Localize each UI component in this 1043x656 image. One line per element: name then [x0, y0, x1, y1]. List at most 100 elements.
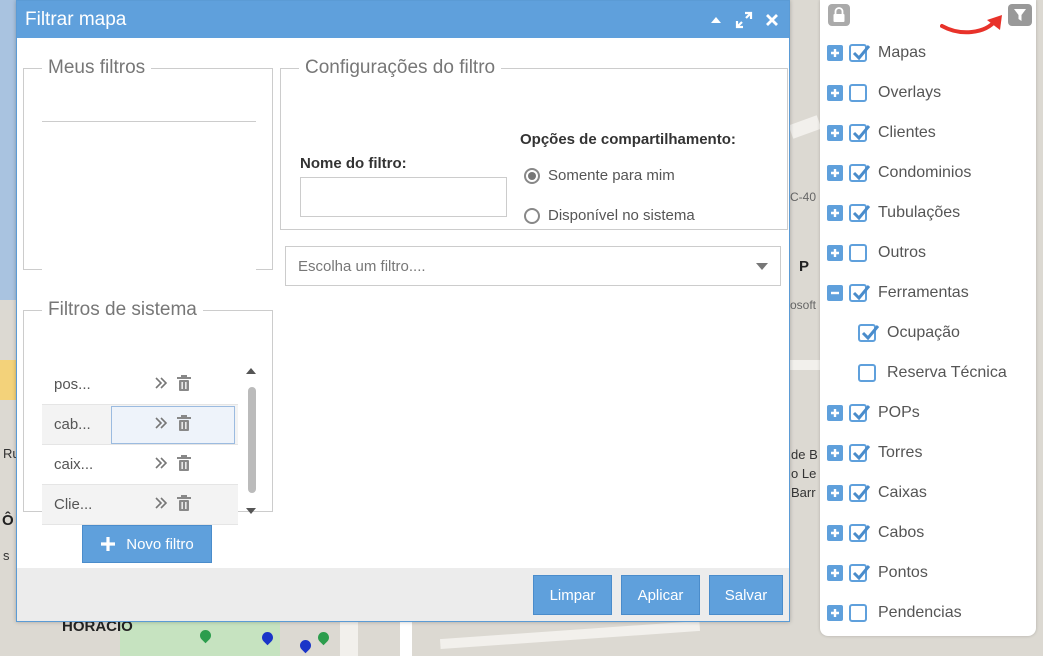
- layer-item[interactable]: Reserva Técnica: [858, 361, 1007, 385]
- layer-item[interactable]: Pendencias: [827, 601, 962, 625]
- layer-label: Condominios: [878, 164, 972, 181]
- radio-only-me-label: Somente para mim: [548, 167, 675, 184]
- expand-plus-icon[interactable]: [827, 525, 843, 541]
- expand-plus-icon[interactable]: [827, 45, 843, 61]
- layer-label: Outros: [878, 244, 927, 261]
- checkbox-checked[interactable]: [849, 484, 871, 502]
- collapse-minus-icon[interactable]: [827, 285, 843, 301]
- list-item[interactable]: caix...: [42, 445, 238, 485]
- layer-label: Caixas: [878, 484, 927, 501]
- layer-item[interactable]: Pontos: [827, 561, 928, 585]
- expand-plus-icon[interactable]: [827, 165, 843, 181]
- layer-item[interactable]: Ocupação: [858, 321, 960, 345]
- dialog-header[interactable]: Filtrar mapa: [17, 1, 789, 38]
- layer-item[interactable]: Ferramentas: [827, 281, 969, 305]
- list-item[interactable]: cab...: [42, 405, 238, 445]
- expand-plus-icon[interactable]: [827, 205, 843, 221]
- new-filter-button[interactable]: Novo filtro: [82, 525, 212, 563]
- layer-item[interactable]: Condominios: [827, 161, 971, 185]
- checkbox-checked[interactable]: [849, 284, 871, 302]
- save-button[interactable]: Salvar: [709, 575, 783, 615]
- choose-filter-select[interactable]: Escolha um filtro....: [285, 246, 781, 286]
- map-label: de B: [791, 447, 818, 462]
- my-filters-legend: Meus filtros: [48, 57, 146, 78]
- checkbox-unchecked[interactable]: [849, 244, 867, 262]
- scrollbar[interactable]: [244, 365, 258, 519]
- radio-button-checked[interactable]: [524, 167, 540, 184]
- checkbox-unchecked[interactable]: [858, 364, 876, 382]
- layer-item[interactable]: Tubulações: [827, 201, 960, 225]
- list-item[interactable]: Clie...: [42, 485, 238, 525]
- radio-only-me[interactable]: Somente para mim: [524, 167, 675, 184]
- apply-button[interactable]: Aplicar: [621, 575, 700, 615]
- map-label: C-40: [790, 190, 817, 204]
- map-label: Ô: [2, 512, 14, 529]
- layer-item[interactable]: Torres: [827, 441, 922, 465]
- clear-button[interactable]: Limpar: [533, 575, 612, 615]
- checkbox-checked[interactable]: [849, 204, 871, 222]
- layer-label: Torres: [878, 444, 923, 461]
- list-item[interactable]: pos...: [42, 365, 238, 405]
- maximize-icon[interactable]: [735, 11, 753, 29]
- map-marker-icon[interactable]: [297, 637, 314, 654]
- close-icon[interactable]: [763, 11, 781, 29]
- choose-filter-placeholder: Escolha um filtro....: [298, 257, 426, 275]
- my-filters-list[interactable]: [42, 121, 256, 280]
- dialog-footer: Limpar Aplicar Salvar: [17, 568, 789, 621]
- checkbox-checked[interactable]: [849, 524, 871, 542]
- radio-system[interactable]: Disponível no sistema: [524, 207, 695, 224]
- layer-item[interactable]: Cabos: [827, 521, 924, 545]
- filter-config-legend: Configurações do filtro: [305, 57, 496, 78]
- trash-icon[interactable]: [176, 414, 192, 436]
- layer-label: Pontos: [878, 564, 928, 581]
- expand-plus-icon[interactable]: [827, 445, 843, 461]
- layer-label: POPs: [878, 404, 920, 421]
- layer-item[interactable]: Overlays: [827, 81, 941, 105]
- map-marker-icon[interactable]: [315, 629, 332, 646]
- expand-plus-icon[interactable]: [827, 485, 843, 501]
- expand-plus-icon[interactable]: [827, 245, 843, 261]
- checkbox-checked[interactable]: [849, 444, 871, 462]
- expand-plus-icon[interactable]: [827, 565, 843, 581]
- trash-icon[interactable]: [176, 494, 192, 516]
- scroll-up-icon[interactable]: [245, 367, 257, 375]
- layer-item[interactable]: Clientes: [827, 121, 936, 145]
- expand-plus-icon[interactable]: [827, 605, 843, 621]
- filter-icon[interactable]: [1008, 4, 1032, 26]
- filter-name-input[interactable]: [300, 177, 507, 217]
- apply-filter-icon[interactable]: [154, 496, 168, 514]
- map-road: [788, 115, 822, 139]
- trash-icon[interactable]: [176, 374, 192, 396]
- expand-plus-icon[interactable]: [827, 85, 843, 101]
- layer-item[interactable]: POPs: [827, 401, 920, 425]
- scroll-down-icon[interactable]: [245, 507, 257, 515]
- checkbox-checked[interactable]: [849, 124, 871, 142]
- map-road: [439, 620, 701, 650]
- map-label: o Le: [791, 466, 817, 481]
- checkbox-checked[interactable]: [858, 324, 880, 342]
- checkbox-checked[interactable]: [849, 44, 871, 62]
- layer-item[interactable]: Outros: [827, 241, 926, 265]
- checkbox-unchecked[interactable]: [849, 604, 867, 622]
- selected-row-actions[interactable]: [111, 406, 235, 444]
- map-road: [0, 360, 16, 400]
- apply-filter-icon[interactable]: [154, 416, 168, 434]
- checkbox-checked[interactable]: [849, 404, 871, 422]
- trash-icon[interactable]: [176, 454, 192, 476]
- layer-label: Overlays: [878, 84, 942, 101]
- apply-filter-icon[interactable]: [154, 456, 168, 474]
- collapse-icon[interactable]: [707, 11, 725, 29]
- scrollbar-thumb[interactable]: [248, 387, 256, 493]
- radio-button-unchecked[interactable]: [524, 207, 540, 224]
- apply-filter-icon[interactable]: [154, 376, 168, 394]
- checkbox-checked[interactable]: [849, 564, 871, 582]
- expand-plus-icon[interactable]: [827, 125, 843, 141]
- expand-plus-icon[interactable]: [827, 405, 843, 421]
- checkbox-checked[interactable]: [849, 164, 871, 182]
- layer-item[interactable]: Mapas: [827, 41, 926, 65]
- checkbox-unchecked[interactable]: [849, 84, 867, 102]
- layer-item[interactable]: Caixas: [827, 481, 927, 505]
- layer-label: Reserva Técnica: [887, 364, 1007, 381]
- map-label: s: [3, 548, 10, 563]
- lock-icon[interactable]: [828, 4, 850, 26]
